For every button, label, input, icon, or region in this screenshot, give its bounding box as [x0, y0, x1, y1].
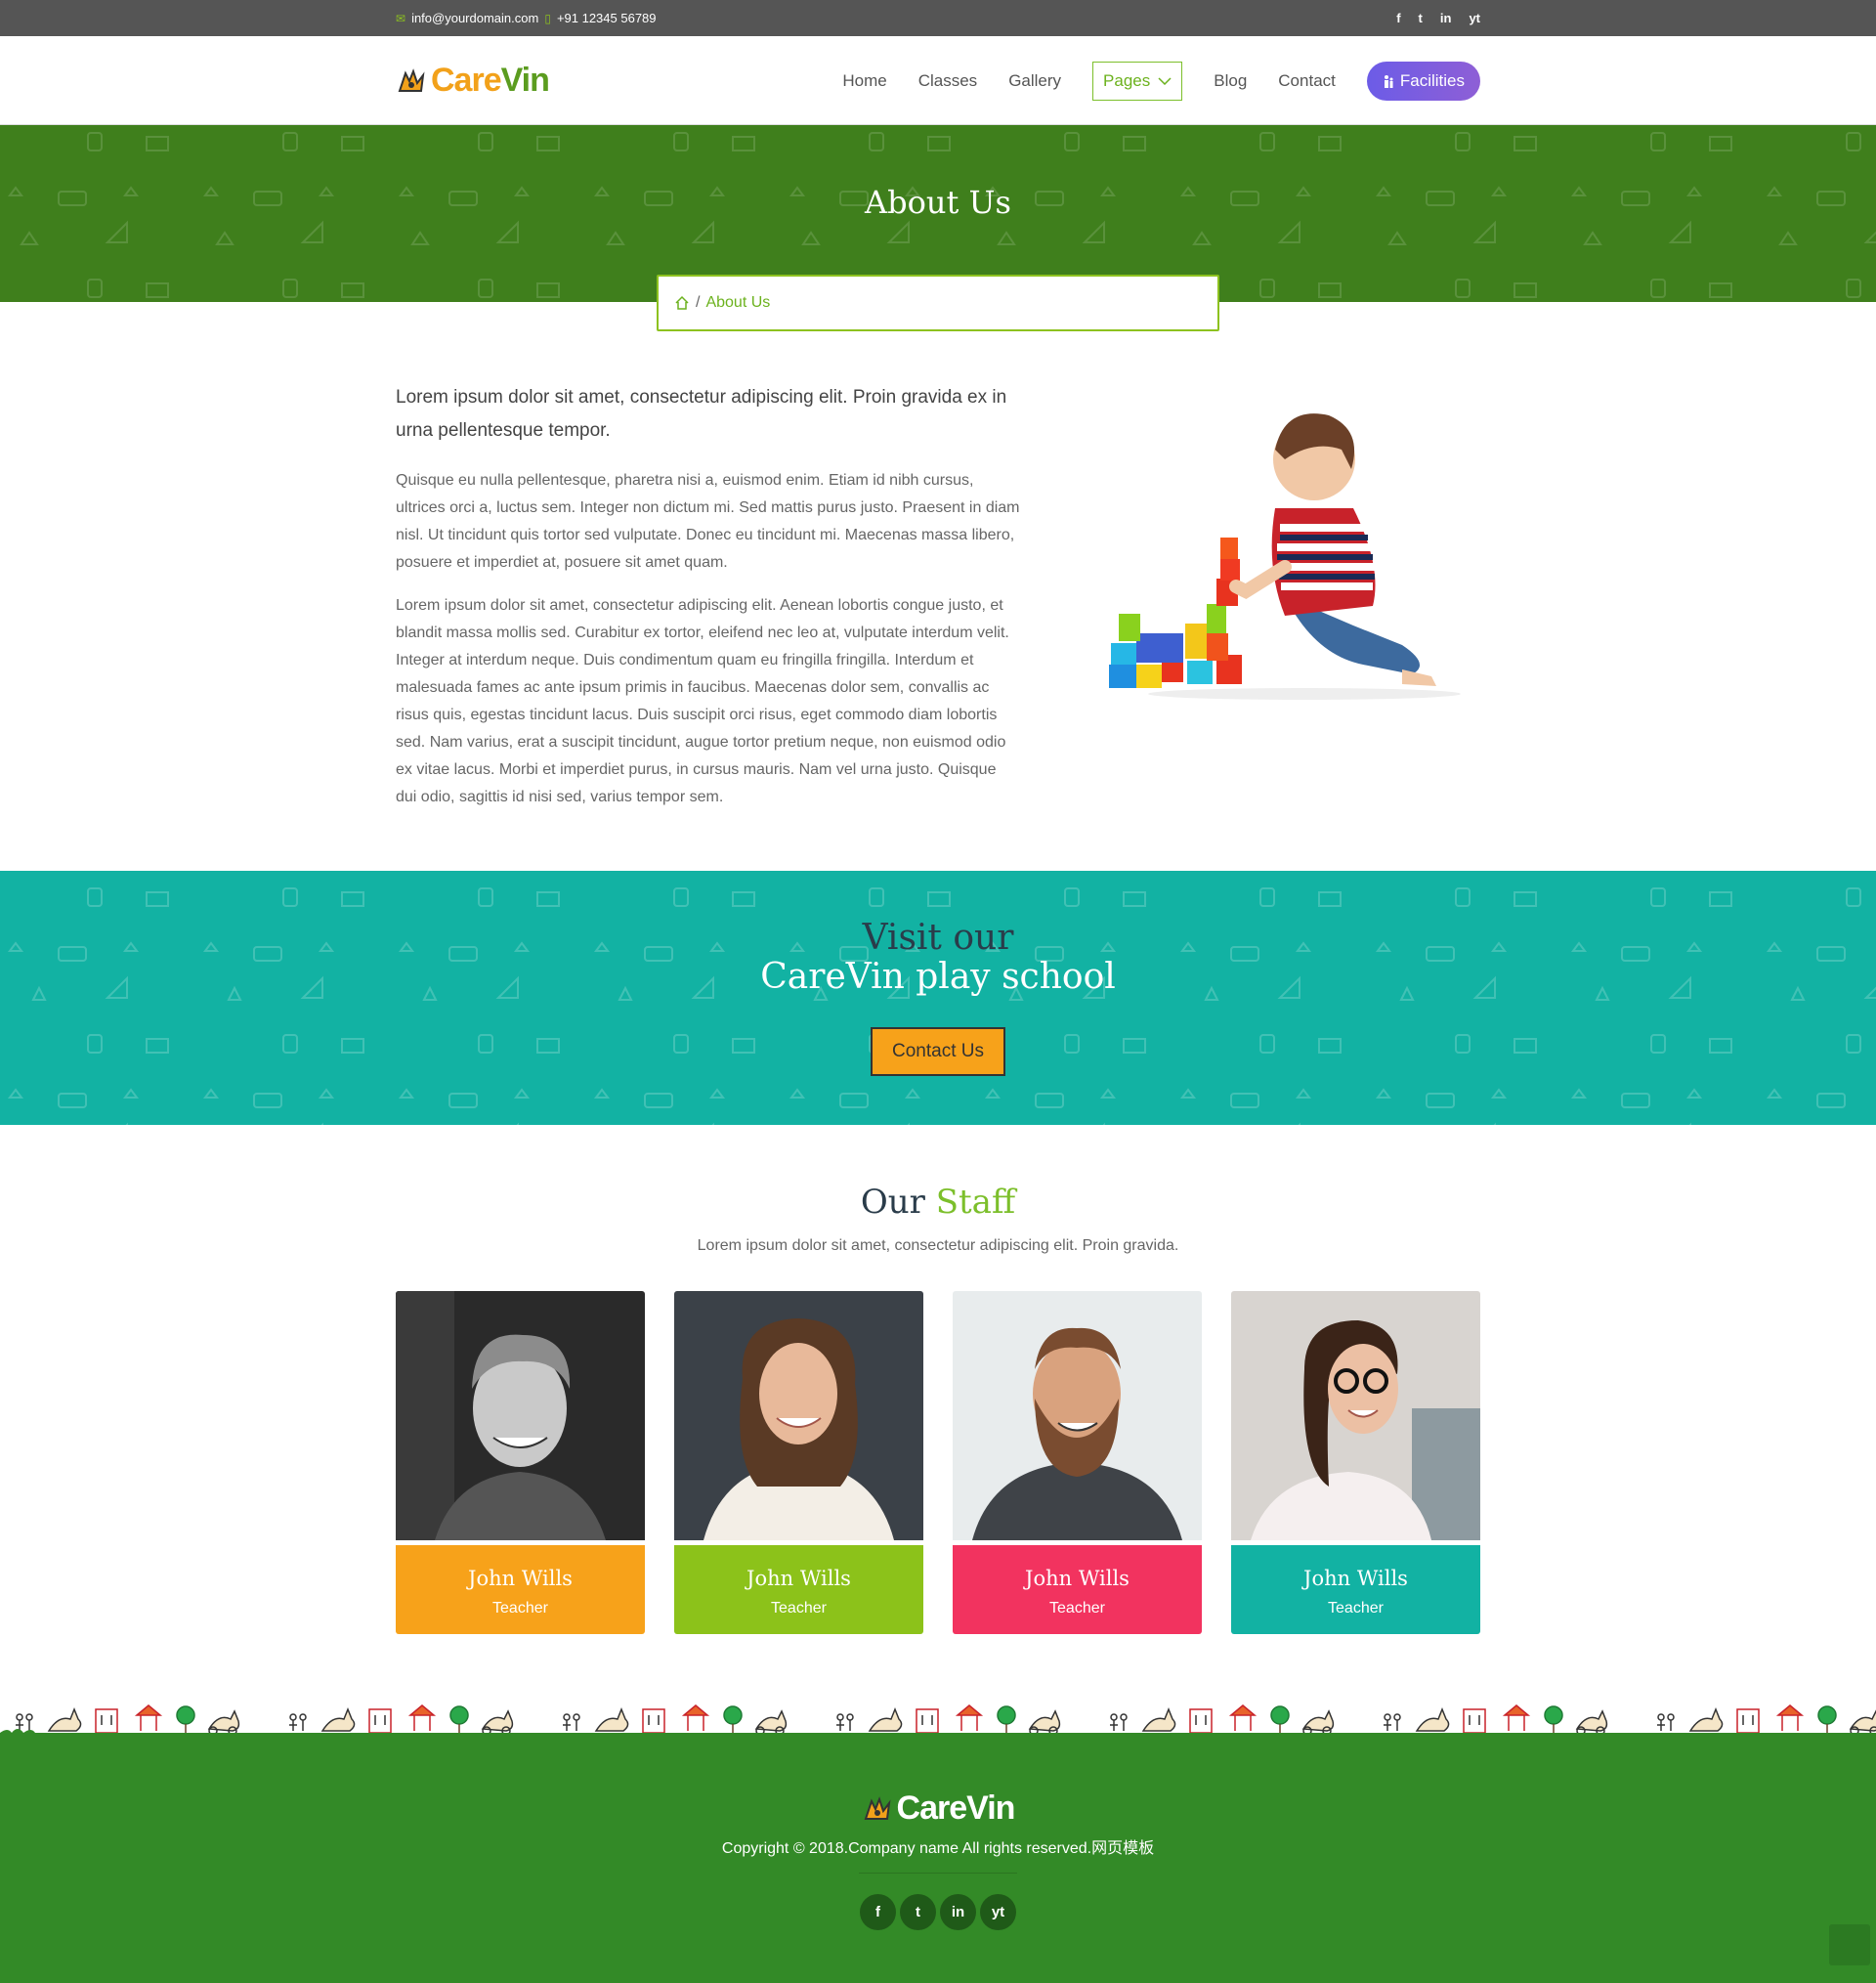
twitter-icon[interactable]: t [1419, 11, 1423, 25]
top-bar: ✉ info@yourdomain.com ▯ +91 12345 56789 … [0, 0, 1876, 36]
staff-title-our: Our [860, 1183, 925, 1222]
staff-card[interactable]: John Wills Teacher [396, 1291, 645, 1634]
footer-divider [859, 1873, 1017, 1874]
staff-card[interactable]: John Wills Teacher [1231, 1291, 1480, 1634]
visit-line-2: CareVin play school [760, 957, 1116, 997]
staff-subtitle: Lorem ipsum dolor sit amet, consectetur … [697, 1237, 1179, 1254]
staff-info: John Wills Teacher [1231, 1545, 1480, 1634]
nav-gallery[interactable]: Gallery [1008, 71, 1061, 91]
facilities-button[interactable]: Facilities [1366, 61, 1480, 101]
child-with-blocks-image [1109, 413, 1461, 700]
back-to-top-button[interactable] [1829, 1924, 1870, 1965]
staff-info: John Wills Teacher [953, 1545, 1202, 1634]
people-icon [1384, 74, 1393, 88]
footer-brand: CareVin [896, 1789, 1016, 1827]
facebook-icon[interactable]: f [1396, 11, 1400, 25]
logo-hands-icon [864, 1795, 891, 1820]
staff-info: John Wills Teacher [674, 1545, 923, 1634]
main-nav: CareVin Home Classes Gallery Pages Blog … [0, 36, 1876, 125]
contact-info: ✉ info@yourdomain.com ▯ +91 12345 56789 [396, 11, 657, 25]
visit-line-1: Visit our [862, 918, 1014, 958]
youtube-icon[interactable]: yt [1469, 11, 1480, 25]
staff-photo [674, 1291, 923, 1540]
facilities-label: Facilities [1399, 70, 1465, 90]
home-icon[interactable] [674, 295, 690, 311]
staff-card[interactable]: John Wills Teacher [953, 1291, 1202, 1634]
staff-photo [953, 1291, 1202, 1540]
staff-name: John Wills [1025, 1567, 1130, 1590]
nav-pages-label: Pages [1103, 70, 1151, 90]
about-paragraph-2: Lorem ipsum dolor sit amet, consectetur … [396, 597, 1009, 805]
mail-icon: ✉ [396, 11, 406, 25]
breadcrumb-current: About Us [705, 294, 771, 311]
footer-social: f t in yt [0, 1894, 1876, 1930]
staff-role: Teacher [771, 1600, 827, 1617]
playground-border-illustration [0, 1696, 1876, 1741]
about-lead: Lorem ipsum dolor sit amet, consectetur … [396, 387, 1007, 441]
staff-role: Teacher [1049, 1600, 1105, 1617]
footer: CareVin Copyright © 2018.Company name Al… [0, 1741, 1876, 1983]
staff-name: John Wills [1303, 1567, 1408, 1590]
staff-name: John Wills [746, 1567, 851, 1590]
facebook-icon[interactable]: f [860, 1894, 896, 1930]
staff-title: Our Staff [0, 1183, 1876, 1222]
staff-card[interactable]: John Wills Teacher [674, 1291, 923, 1634]
nav-contact[interactable]: Contact [1278, 71, 1336, 91]
staff-photo [1231, 1291, 1480, 1540]
staff-role: Teacher [1328, 1600, 1384, 1617]
chevron-down-icon [1158, 76, 1172, 85]
top-social: f t in yt [1396, 11, 1480, 25]
nav-pages-dropdown[interactable]: Pages [1092, 61, 1183, 101]
staff-role: Teacher [492, 1600, 548, 1617]
staff-photo [396, 1291, 645, 1540]
twitter-icon[interactable]: t [900, 1894, 936, 1930]
logo-hands-icon [398, 67, 425, 92]
nav-blog[interactable]: Blog [1214, 71, 1247, 91]
youtube-icon[interactable]: yt [980, 1894, 1016, 1930]
contact-us-button[interactable]: Contact Us [871, 1027, 1005, 1076]
about-paragraph-1: Quisque eu nulla pellentesque, pharetra … [396, 472, 1020, 571]
nav-classes[interactable]: Classes [918, 71, 977, 91]
footer-logo[interactable]: CareVin [0, 1789, 1876, 1828]
page-title: About Us [865, 184, 1011, 221]
visit-banner: Visit our CareVin play school Contact Us [0, 871, 1876, 1125]
staff-title-staff: Staff [935, 1183, 1016, 1222]
logo-care: Care [431, 62, 502, 99]
staff-grid: John Wills Teacher John Wills Teacher Jo… [396, 1291, 1480, 1634]
about-section: Lorem ipsum dolor sit amet, consectetur … [396, 381, 1480, 827]
nav-menu: Home Classes Gallery Pages Blog Contact … [842, 61, 1480, 101]
staff-info: John Wills Teacher [396, 1545, 645, 1634]
nav-home[interactable]: Home [842, 71, 886, 91]
phone-number[interactable]: +91 12345 56789 [557, 11, 657, 25]
copyright: Copyright © 2018.Company name All rights… [721, 1840, 1155, 1857]
breadcrumb-separator: / [696, 294, 701, 311]
linkedin-icon[interactable]: in [1440, 11, 1452, 25]
logo-vin: Vin [500, 62, 550, 99]
logo[interactable]: CareVin [396, 62, 550, 100]
staff-name: John Wills [468, 1567, 573, 1590]
breadcrumb: / About Us [657, 275, 1219, 331]
email-link[interactable]: info@yourdomain.com [411, 11, 538, 25]
phone-icon: ▯ [544, 11, 551, 25]
about-text: Lorem ipsum dolor sit amet, consectetur … [396, 381, 1021, 827]
linkedin-icon[interactable]: in [940, 1894, 976, 1930]
school-pattern-background [0, 871, 1876, 1125]
